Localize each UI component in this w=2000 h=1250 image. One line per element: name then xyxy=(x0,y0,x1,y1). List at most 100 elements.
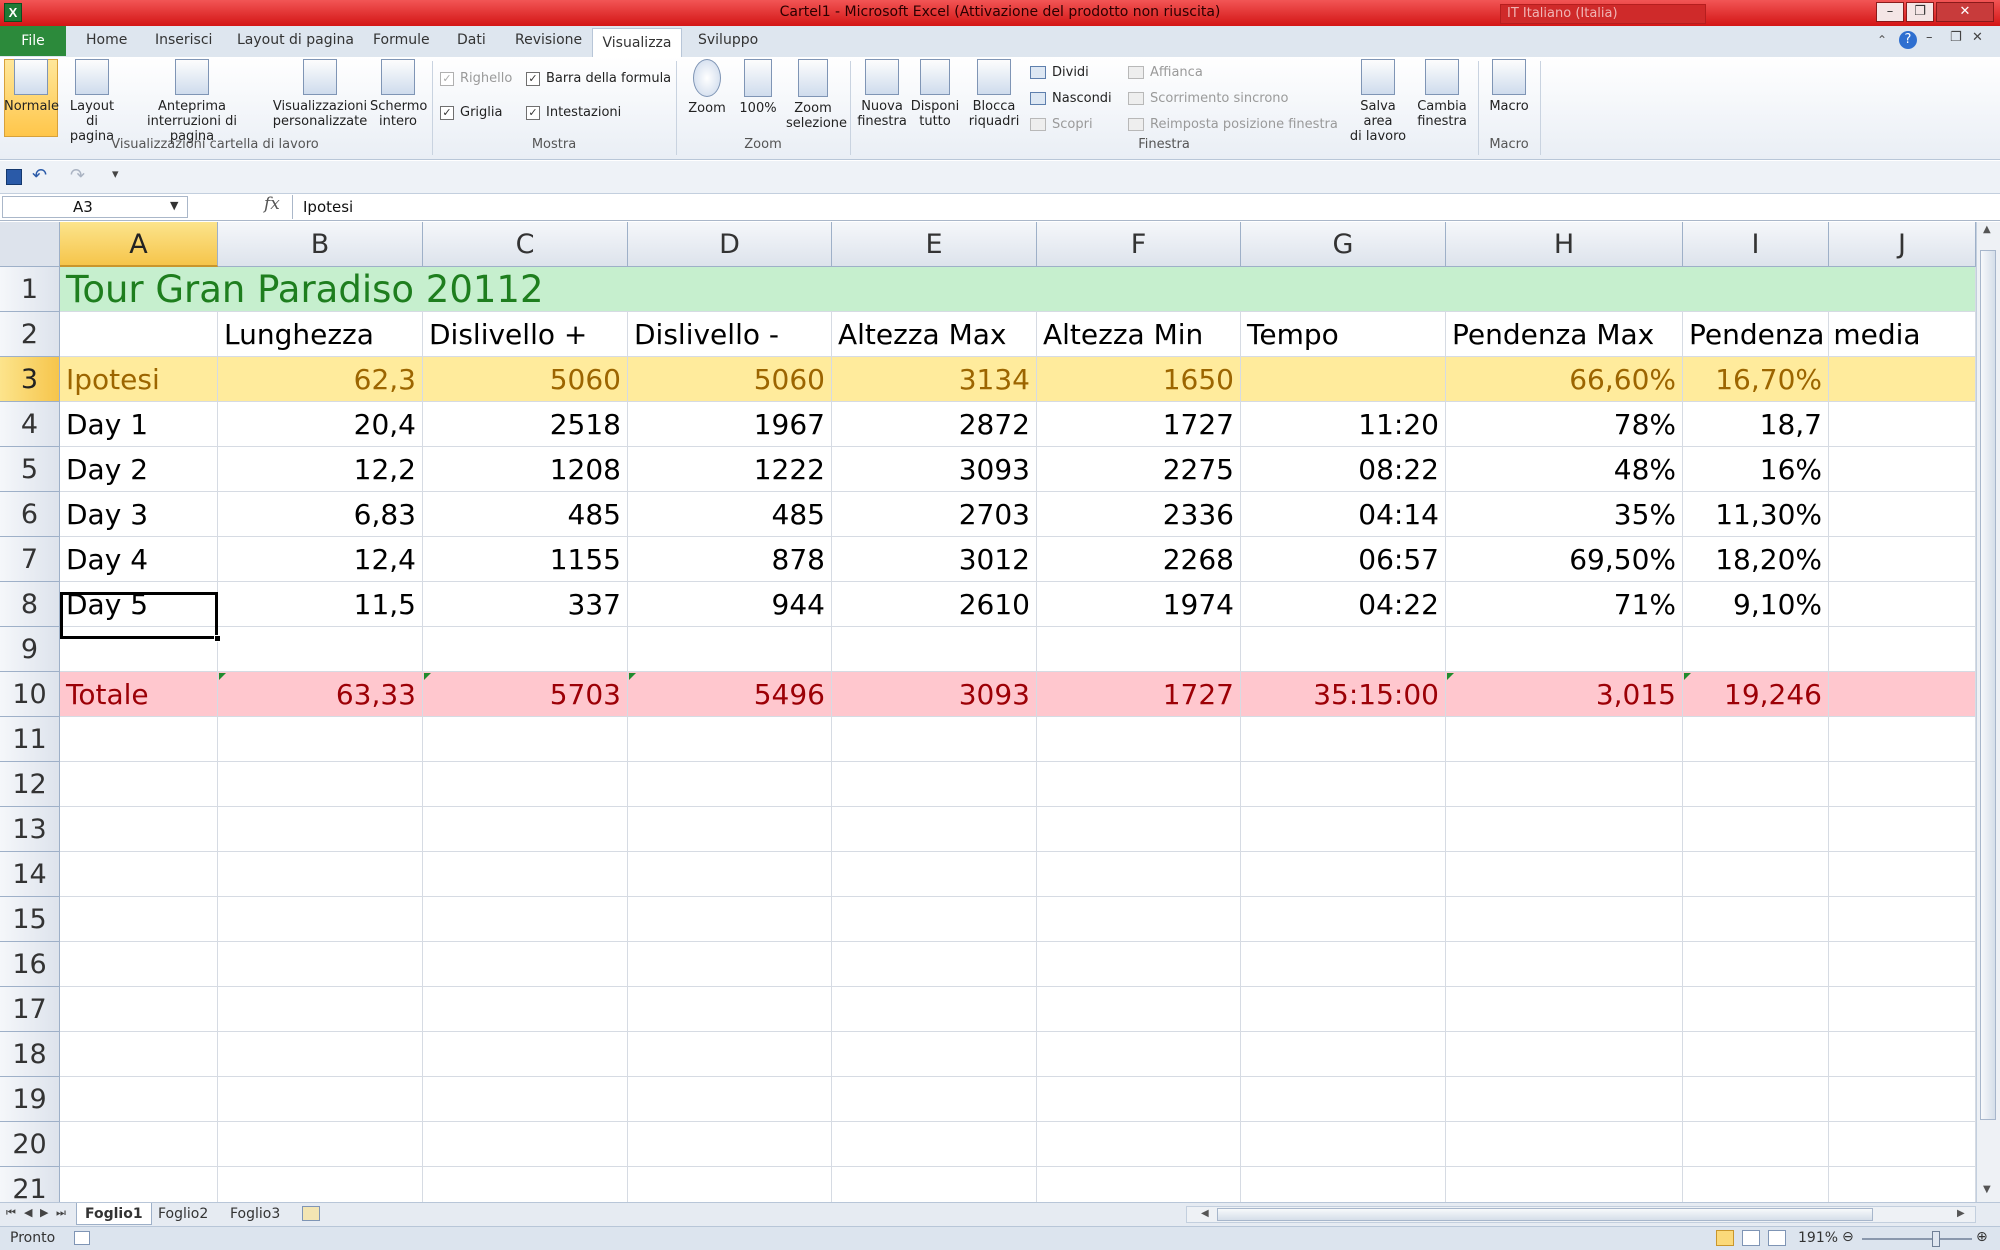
day-cell-i6[interactable]: 11,30% xyxy=(1683,492,1829,537)
day-cell-e6[interactable]: 2703 xyxy=(832,492,1037,537)
cell-f16[interactable] xyxy=(1037,942,1241,987)
zoom-100-button[interactable]: 100% xyxy=(736,59,780,116)
cell-h18[interactable] xyxy=(1446,1032,1683,1077)
cell-i14[interactable] xyxy=(1683,852,1829,897)
cell-c13[interactable] xyxy=(423,807,628,852)
cell-d13[interactable] xyxy=(628,807,832,852)
tab-layout[interactable]: Layout di pagina xyxy=(237,32,354,48)
cell-f15[interactable] xyxy=(1037,897,1241,942)
cell-g16[interactable] xyxy=(1241,942,1446,987)
cell-e21[interactable] xyxy=(832,1167,1037,1205)
tab-revisione[interactable]: Revisione xyxy=(515,32,582,48)
column-header-h[interactable]: H xyxy=(1446,222,1683,267)
column-header-b[interactable]: B xyxy=(218,222,423,267)
cell-h17[interactable] xyxy=(1446,987,1683,1032)
horizontal-scrollbar[interactable]: ◀ ▶ xyxy=(1186,1206,1976,1223)
row-header-18[interactable]: 18 xyxy=(0,1032,60,1077)
cell-g18[interactable] xyxy=(1241,1032,1446,1077)
ipotesi-cell-i3[interactable]: 16,70% xyxy=(1683,357,1829,402)
cell-f14[interactable] xyxy=(1037,852,1241,897)
cell-j10[interactable] xyxy=(1829,672,1976,717)
totale-cell-f10[interactable]: 1727 xyxy=(1037,672,1241,717)
cell-j9[interactable] xyxy=(1829,627,1976,672)
cell-e18[interactable] xyxy=(832,1032,1037,1077)
column-header-f[interactable]: F xyxy=(1037,222,1241,267)
cell-a12[interactable] xyxy=(60,762,218,807)
cell-j3[interactable] xyxy=(1829,357,1976,402)
nuova-finestra-button[interactable]: Nuova finestra xyxy=(856,59,908,129)
row-header-19[interactable]: 19 xyxy=(0,1077,60,1122)
schermo-intero-button[interactable]: Schermo intero xyxy=(370,59,427,129)
workbook-minimize-icon[interactable]: – xyxy=(1926,30,1933,45)
insert-function-icon[interactable]: fx xyxy=(264,194,280,214)
row-header-8[interactable]: 8 xyxy=(0,582,60,627)
last-sheet-icon[interactable]: ⏭ xyxy=(56,1206,66,1220)
cell-e9[interactable] xyxy=(832,627,1037,672)
day-cell-e7[interactable]: 3012 xyxy=(832,537,1037,582)
cell-i19[interactable] xyxy=(1683,1077,1829,1122)
cell-h20[interactable] xyxy=(1446,1122,1683,1167)
zoom-out-icon[interactable]: ⊖ xyxy=(1842,1229,1854,1245)
scroll-up-icon[interactable]: ▲ xyxy=(1983,224,1991,235)
cell-e17[interactable] xyxy=(832,987,1037,1032)
minimize-button[interactable]: – xyxy=(1876,2,1904,22)
row-header-5[interactable]: 5 xyxy=(0,447,60,492)
griglia-checkbox[interactable]: ✓ Griglia xyxy=(440,105,502,120)
cell-c17[interactable] xyxy=(423,987,628,1032)
minimize-ribbon-icon[interactable]: ⌃ xyxy=(1877,33,1887,47)
totale-cell-a10[interactable]: Totale xyxy=(60,672,218,717)
blocca-riquadri-button[interactable]: Blocca riquadri xyxy=(964,59,1024,129)
vertical-scroll-thumb[interactable] xyxy=(1980,250,1996,1120)
restore-button[interactable]: ❐ xyxy=(1906,2,1934,22)
column-header-d[interactable]: D xyxy=(628,222,832,267)
scroll-down-icon[interactable]: ▼ xyxy=(1983,1184,1991,1195)
normale-button-content[interactable]: Normale xyxy=(4,59,59,114)
cell-g17[interactable] xyxy=(1241,987,1446,1032)
cell-d20[interactable] xyxy=(628,1122,832,1167)
day-cell-f6[interactable]: 2336 xyxy=(1037,492,1241,537)
day-cell-i8[interactable]: 9,10% xyxy=(1683,582,1829,627)
column-header-c[interactable]: C xyxy=(423,222,628,267)
cell-d11[interactable] xyxy=(628,717,832,762)
day-cell-f4[interactable]: 1727 xyxy=(1037,402,1241,447)
zoom-slider-track[interactable] xyxy=(1862,1238,1972,1240)
day-cell-d5[interactable]: 1222 xyxy=(628,447,832,492)
day-cell-d6[interactable]: 485 xyxy=(628,492,832,537)
zoom-level[interactable]: 191% xyxy=(1798,1230,1838,1246)
row-header-13[interactable]: 13 xyxy=(0,807,60,852)
sheet-tab-foglio1[interactable]: Foglio1 xyxy=(76,1203,152,1225)
customize-qat-icon[interactable]: ▾ xyxy=(112,167,119,182)
row-header-2[interactable]: 2 xyxy=(0,312,60,357)
cell-a11[interactable] xyxy=(60,717,218,762)
day-cell-c4[interactable]: 2518 xyxy=(423,402,628,447)
active-cell-a3[interactable] xyxy=(60,592,221,642)
day-cell-e5[interactable]: 3093 xyxy=(832,447,1037,492)
cell-h9[interactable] xyxy=(1446,627,1683,672)
cell-d16[interactable] xyxy=(628,942,832,987)
cell-g20[interactable] xyxy=(1241,1122,1446,1167)
column-header-e[interactable]: E xyxy=(832,222,1037,267)
day-cell-d8[interactable]: 944 xyxy=(628,582,832,627)
sheet-tab-foglio2[interactable]: Foglio2 xyxy=(150,1203,216,1225)
row-header-10[interactable]: 10 xyxy=(0,672,60,717)
cell-g12[interactable] xyxy=(1241,762,1446,807)
cambia-finestra-button[interactable]: Cambia finestra xyxy=(1412,59,1472,129)
cell-f9[interactable] xyxy=(1037,627,1241,672)
cell-d15[interactable] xyxy=(628,897,832,942)
page-break-status-icon[interactable] xyxy=(1768,1230,1786,1246)
vertical-scrollbar[interactable]: ▲ ▼ xyxy=(1976,222,2000,1205)
formula-input[interactable]: Ipotesi xyxy=(292,195,1982,219)
tab-dati[interactable]: Dati xyxy=(457,32,486,48)
error-indicator-icon[interactable] xyxy=(424,673,431,680)
visualizzazioni-personalizzate-button[interactable]: Visualizzazioni personalizzate xyxy=(272,59,368,129)
cell-f18[interactable] xyxy=(1037,1032,1241,1077)
scroll-left-icon[interactable]: ◀ xyxy=(1201,1208,1209,1219)
cell-b16[interactable] xyxy=(218,942,423,987)
macro-button[interactable]: Macro xyxy=(1484,59,1534,114)
ipotesi-cell-f3[interactable]: 1650 xyxy=(1037,357,1241,402)
day-cell-f7[interactable]: 2268 xyxy=(1037,537,1241,582)
ipotesi-cell-c3[interactable]: 5060 xyxy=(423,357,628,402)
cell-b11[interactable] xyxy=(218,717,423,762)
day-cell-f5[interactable]: 2275 xyxy=(1037,447,1241,492)
header-cell-f2[interactable]: Altezza Min xyxy=(1037,312,1241,357)
